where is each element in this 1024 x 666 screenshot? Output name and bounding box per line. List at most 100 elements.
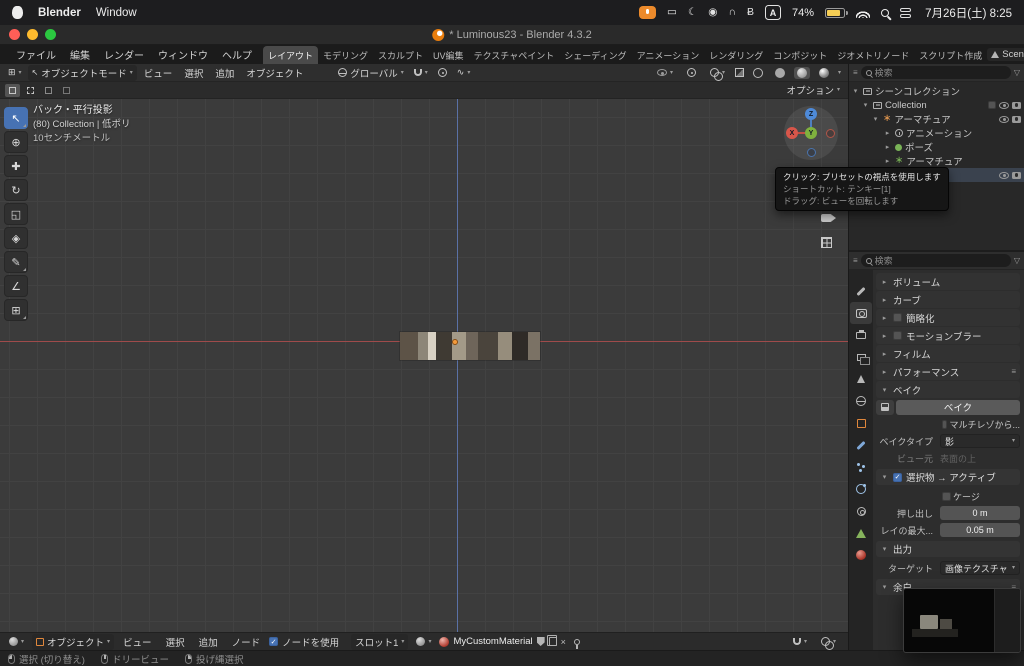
outliner-row-collection[interactable]: ▾ Collection	[849, 98, 1024, 112]
viewport-menu-view[interactable]: ビュー	[139, 66, 178, 80]
shading-solid-button[interactable]	[772, 67, 788, 79]
tab-material-properties[interactable]	[850, 544, 872, 566]
viewport-canvas[interactable]: ↖ ⊕ ✚ ↻ ◱ ◈ ✎ ∠ ⊞ バック・平行投影 (80) Collecti…	[0, 99, 848, 632]
tab-data-properties[interactable]	[850, 522, 872, 544]
bake-button[interactable]: ベイク	[896, 399, 1020, 415]
wifi-icon[interactable]	[856, 7, 871, 18]
tab-animation[interactable]: アニメーション	[632, 46, 705, 64]
input-source-indicator[interactable]: A	[765, 5, 782, 20]
node-snap-toggle[interactable]: ▾	[789, 637, 811, 646]
hide-in-viewport-icon[interactable]	[999, 171, 1009, 179]
navigation-gizmo[interactable]: Z X Y	[784, 106, 838, 160]
disable-in-render-icon[interactable]	[1012, 101, 1021, 109]
mic-indicator[interactable]	[638, 6, 656, 19]
expander-icon[interactable]: ▸	[883, 143, 892, 151]
expander-icon[interactable]: ▾	[871, 115, 880, 123]
panel-simplify[interactable]: ▸ 簡略化	[876, 309, 1020, 326]
gizmo-y-axis-ball[interactable]: Y	[805, 127, 817, 139]
tool-select-box[interactable]: ↖	[4, 107, 28, 129]
fake-user-shield-icon[interactable]	[536, 637, 545, 646]
panel-motion-blur[interactable]: ▸ モーションブラー	[876, 327, 1020, 344]
editor-type-button[interactable]: ⊞ ▾	[4, 66, 26, 79]
tab-world-properties[interactable]	[850, 390, 872, 412]
viewport-menu-add[interactable]: 追加	[210, 66, 239, 80]
tab-uv-editing[interactable]: UV編集	[428, 46, 469, 64]
gizmo-toggle[interactable]	[683, 67, 700, 78]
from-multires-checkbox[interactable]	[942, 419, 948, 429]
expander-icon[interactable]: ▸	[883, 157, 892, 165]
snap-toggle[interactable]: ▾	[410, 68, 432, 77]
funnel-filter-icon[interactable]: ▽	[1014, 68, 1020, 77]
use-nodes-checkbox[interactable]: ✓	[269, 637, 279, 646]
outliner-row-scene-collection[interactable]: ▾ シーンコレクション	[849, 84, 1024, 98]
select-mode-extend-button[interactable]	[23, 84, 38, 97]
material-name[interactable]: MyCustomMaterial	[453, 636, 532, 647]
gizmo-x-axis-ball[interactable]: X	[786, 127, 798, 139]
panel-bake[interactable]: ▾ ベイク	[876, 381, 1020, 398]
expander-icon[interactable]: ▾	[861, 101, 870, 109]
outliner-row-pose[interactable]: ▸ ポーズ	[849, 140, 1024, 154]
tool-measure[interactable]: ∠	[4, 275, 28, 297]
tool-scale[interactable]: ◱	[4, 203, 28, 225]
proportional-edit-toggle[interactable]	[434, 67, 451, 78]
subpanel-output[interactable]: ▾ 出力	[876, 541, 1020, 557]
disable-in-render-icon[interactable]	[1012, 171, 1021, 179]
outliner-search-input[interactable]	[874, 67, 1006, 78]
image-preview-window[interactable]	[903, 588, 1021, 653]
expander-icon[interactable]: ▸	[883, 129, 892, 137]
node-menu-view[interactable]: ビュー	[118, 635, 157, 649]
screen-mirroring-icon[interactable]: ▭	[667, 7, 677, 18]
app-menu-blender[interactable]: Blender	[38, 7, 81, 19]
tab-output-properties[interactable]	[850, 324, 872, 346]
select-mode-subtract-button[interactable]	[41, 84, 56, 97]
zoom-button[interactable]	[45, 29, 56, 40]
menu-file[interactable]: ファイル	[9, 47, 63, 62]
spotlight-icon[interactable]	[881, 8, 890, 17]
properties-search-input[interactable]	[874, 255, 1006, 266]
tab-modeling[interactable]: モデリング	[318, 46, 373, 64]
preset-menu-icon[interactable]: ≡	[1011, 367, 1016, 376]
panel-volume[interactable]: ▸ ボリューム	[876, 273, 1020, 290]
tab-object-properties[interactable]	[850, 412, 872, 434]
select-mode-new-button[interactable]	[5, 83, 20, 97]
select-mode-intersect-button[interactable]	[59, 84, 74, 97]
record-icon[interactable]: ◉	[708, 7, 717, 18]
tab-geometry-nodes[interactable]: ジオメトリノード	[832, 46, 914, 64]
viewport-menu-object[interactable]: オブジェクト	[241, 66, 308, 80]
tool-annotate[interactable]: ✎	[4, 251, 28, 273]
cage-checkbox[interactable]	[942, 491, 951, 501]
unlink-material-button[interactable]: ×	[561, 637, 566, 647]
tab-compositing[interactable]: コンポジット	[768, 46, 832, 64]
simplify-checkbox[interactable]	[893, 313, 902, 322]
minimize-button[interactable]	[27, 29, 38, 40]
battery-icon[interactable]	[825, 7, 848, 18]
pin-icon[interactable]	[573, 638, 580, 649]
tool-move[interactable]: ✚	[4, 155, 28, 177]
tab-scripting[interactable]: スクリプト作成	[914, 46, 987, 64]
tab-particle-properties[interactable]	[850, 456, 872, 478]
bake-icon-button[interactable]	[876, 399, 894, 415]
node-menu-select[interactable]: 選択	[161, 635, 190, 649]
tool-cursor[interactable]: ⊕	[4, 131, 28, 153]
visibility-filter-button[interactable]: ▾	[653, 68, 677, 77]
overlays-toggle[interactable]: ▾	[706, 67, 729, 81]
menu-window[interactable]: Window	[96, 7, 137, 19]
menu-help[interactable]: ヘルプ	[215, 47, 259, 62]
tab-shading[interactable]: シェーディング	[559, 46, 631, 64]
node-menu-add[interactable]: 追加	[194, 635, 223, 649]
tab-render-properties[interactable]	[850, 302, 872, 324]
node-menu-node[interactable]: ノード	[227, 635, 266, 649]
focus-mode-icon[interactable]: ☾	[688, 7, 697, 18]
apple-menu-icon[interactable]	[12, 6, 23, 19]
menu-edit[interactable]: 編集	[63, 47, 97, 62]
outliner-search[interactable]	[860, 66, 1011, 79]
shading-material-button[interactable]	[793, 66, 810, 79]
shading-rendered-button[interactable]	[816, 67, 832, 79]
panel-performance[interactable]: ▸ パフォーマンス ≡	[876, 363, 1020, 380]
tab-sculpting[interactable]: スカルプト	[373, 46, 428, 64]
tab-modifier-properties[interactable]	[850, 434, 872, 456]
filter-icon[interactable]: ≡	[853, 68, 858, 77]
outliner-row-animation[interactable]: ▸ アニメーション	[849, 126, 1024, 140]
menu-window-blender[interactable]: ウィンドウ	[151, 47, 215, 62]
tab-tool-properties[interactable]	[850, 280, 872, 302]
